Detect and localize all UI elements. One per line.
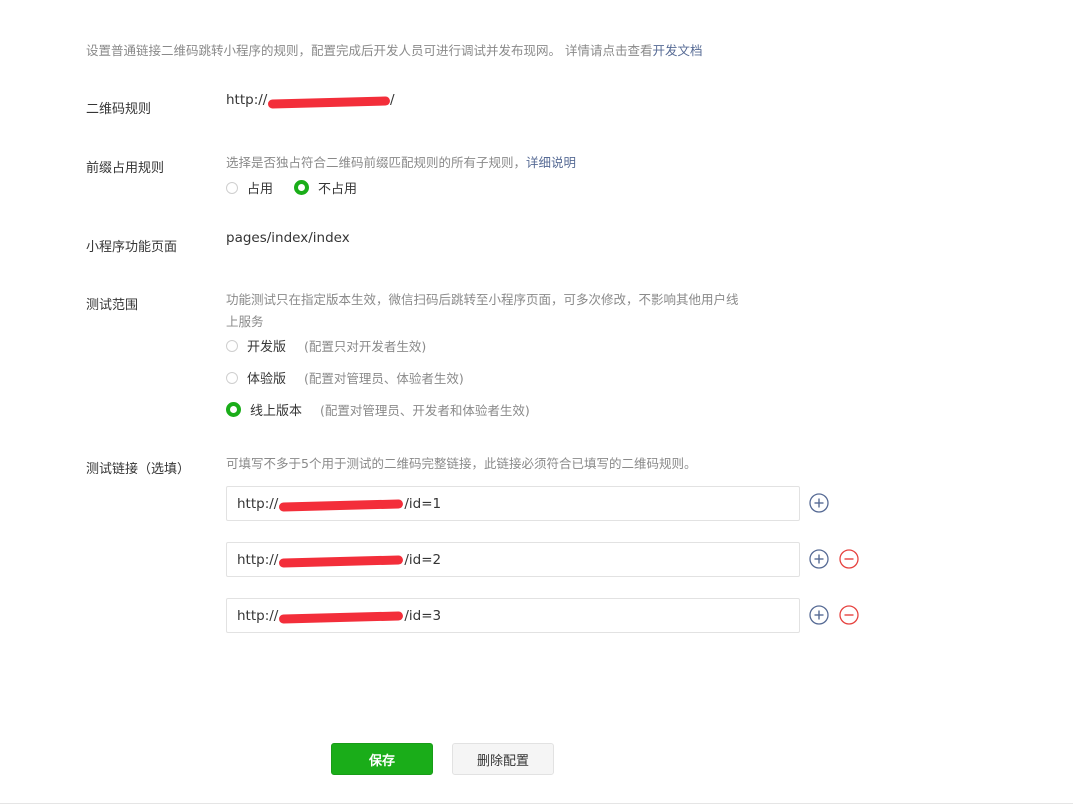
dev-version-note: (配置只对开发者生效) bbox=[304, 339, 427, 354]
online-version-label: 线上版本 bbox=[250, 404, 303, 419]
online-version-note: (配置对管理员、开发者和体验者生效) bbox=[320, 403, 530, 418]
qr-rule-label: 二维码规则 bbox=[86, 102, 152, 117]
redaction-mark bbox=[278, 611, 404, 624]
trial-version-label: 体验版 bbox=[247, 372, 287, 387]
test-link-prefix: http:// bbox=[237, 607, 279, 624]
dev-docs-link[interactable]: 开发文档 bbox=[652, 43, 702, 58]
radio-online-version[interactable]: 线上版本 (配置对管理员、开发者和体验者生效) bbox=[226, 400, 530, 419]
add-link-button[interactable] bbox=[809, 549, 829, 569]
test-link-suffix: /id=1 bbox=[404, 495, 442, 512]
radio-checked-icon bbox=[226, 402, 241, 417]
test-link-input-3[interactable]: http:// /id=3 bbox=[226, 598, 800, 633]
qr-rule-suffix: / bbox=[390, 92, 395, 108]
dev-version-label: 开发版 bbox=[247, 340, 287, 355]
test-links-label: 测试链接（选填） bbox=[86, 462, 191, 477]
plus-circle-icon bbox=[809, 493, 829, 513]
test-link-suffix: /id=3 bbox=[404, 607, 442, 624]
redaction-mark bbox=[278, 555, 404, 568]
radio-occupy[interactable]: 占用 bbox=[226, 178, 273, 197]
test-scope-hint: 功能测试只在指定版本生效，微信扫码后跳转至小程序页面，可多次修改，不影响其他用户… bbox=[226, 289, 806, 333]
trial-version-note: (配置对管理员、体验者生效) bbox=[304, 371, 464, 386]
bottom-divider bbox=[0, 803, 1073, 804]
radio-checked-icon bbox=[294, 180, 309, 195]
test-link-prefix: http:// bbox=[237, 495, 279, 512]
test-scope-hint-line1: 功能测试只在指定版本生效，微信扫码后跳转至小程序页面，可多次修改，不影响其他用户… bbox=[226, 292, 739, 307]
radio-dev-version[interactable]: 开发版 (配置只对开发者生效) bbox=[226, 336, 426, 355]
redaction-mark bbox=[278, 499, 404, 512]
prefix-rule-hint: 选择是否独占符合二维码前缀匹配规则的所有子规则，详细说明 bbox=[226, 152, 576, 174]
radio-unchecked-icon bbox=[226, 181, 238, 194]
save-button[interactable]: 保存 bbox=[331, 743, 433, 775]
plus-circle-icon bbox=[809, 549, 829, 569]
radio-unchecked-icon bbox=[226, 339, 238, 352]
test-link-suffix: /id=2 bbox=[404, 551, 442, 568]
radio-unchecked-icon bbox=[226, 371, 238, 384]
remove-link-button[interactable] bbox=[839, 549, 859, 569]
test-scope-hint-line2: 上服务 bbox=[226, 314, 264, 329]
qr-rule-value: http:// / bbox=[226, 92, 426, 112]
radio-trial-version[interactable]: 体验版 (配置对管理员、体验者生效) bbox=[226, 368, 464, 387]
page-value: pages/index/index bbox=[226, 230, 350, 246]
qr-rule-prefix: http:// bbox=[226, 92, 268, 108]
redaction-mark bbox=[267, 96, 391, 109]
delete-config-button[interactable]: 删除配置 bbox=[452, 743, 554, 775]
add-link-button[interactable] bbox=[809, 493, 829, 513]
remove-link-button[interactable] bbox=[839, 605, 859, 625]
minus-circle-icon bbox=[839, 549, 859, 569]
test-links-hint: 可填写不多于5个用于测试的二维码完整链接，此链接必须符合已填写的二维码规则。 bbox=[226, 456, 697, 471]
prefix-rule-hint-text: 选择是否独占符合二维码前缀匹配规则的所有子规则， bbox=[226, 155, 527, 170]
add-link-button[interactable] bbox=[809, 605, 829, 625]
intro-description: 设置普通链接二维码跳转小程序的规则，配置完成后开发人员可进行调试并发布现网。 详… bbox=[86, 43, 653, 58]
intro-text: 设置普通链接二维码跳转小程序的规则，配置完成后开发人员可进行调试并发布现网。 详… bbox=[86, 40, 703, 59]
radio-occupy-label: 占用 bbox=[247, 182, 274, 197]
minus-circle-icon bbox=[839, 605, 859, 625]
test-link-input-2[interactable]: http:// /id=2 bbox=[226, 542, 800, 577]
radio-not-occupy-label: 不占用 bbox=[318, 182, 358, 197]
test-link-prefix: http:// bbox=[237, 551, 279, 568]
prefix-rule-label: 前缀占用规则 bbox=[86, 161, 165, 176]
test-scope-label: 测试范围 bbox=[86, 298, 139, 313]
test-link-input-1[interactable]: http:// /id=1 bbox=[226, 486, 800, 521]
plus-circle-icon bbox=[809, 605, 829, 625]
detail-link[interactable]: 详细说明 bbox=[526, 155, 576, 170]
radio-not-occupy[interactable]: 不占用 bbox=[294, 178, 357, 197]
page-label: 小程序功能页面 bbox=[86, 240, 178, 255]
